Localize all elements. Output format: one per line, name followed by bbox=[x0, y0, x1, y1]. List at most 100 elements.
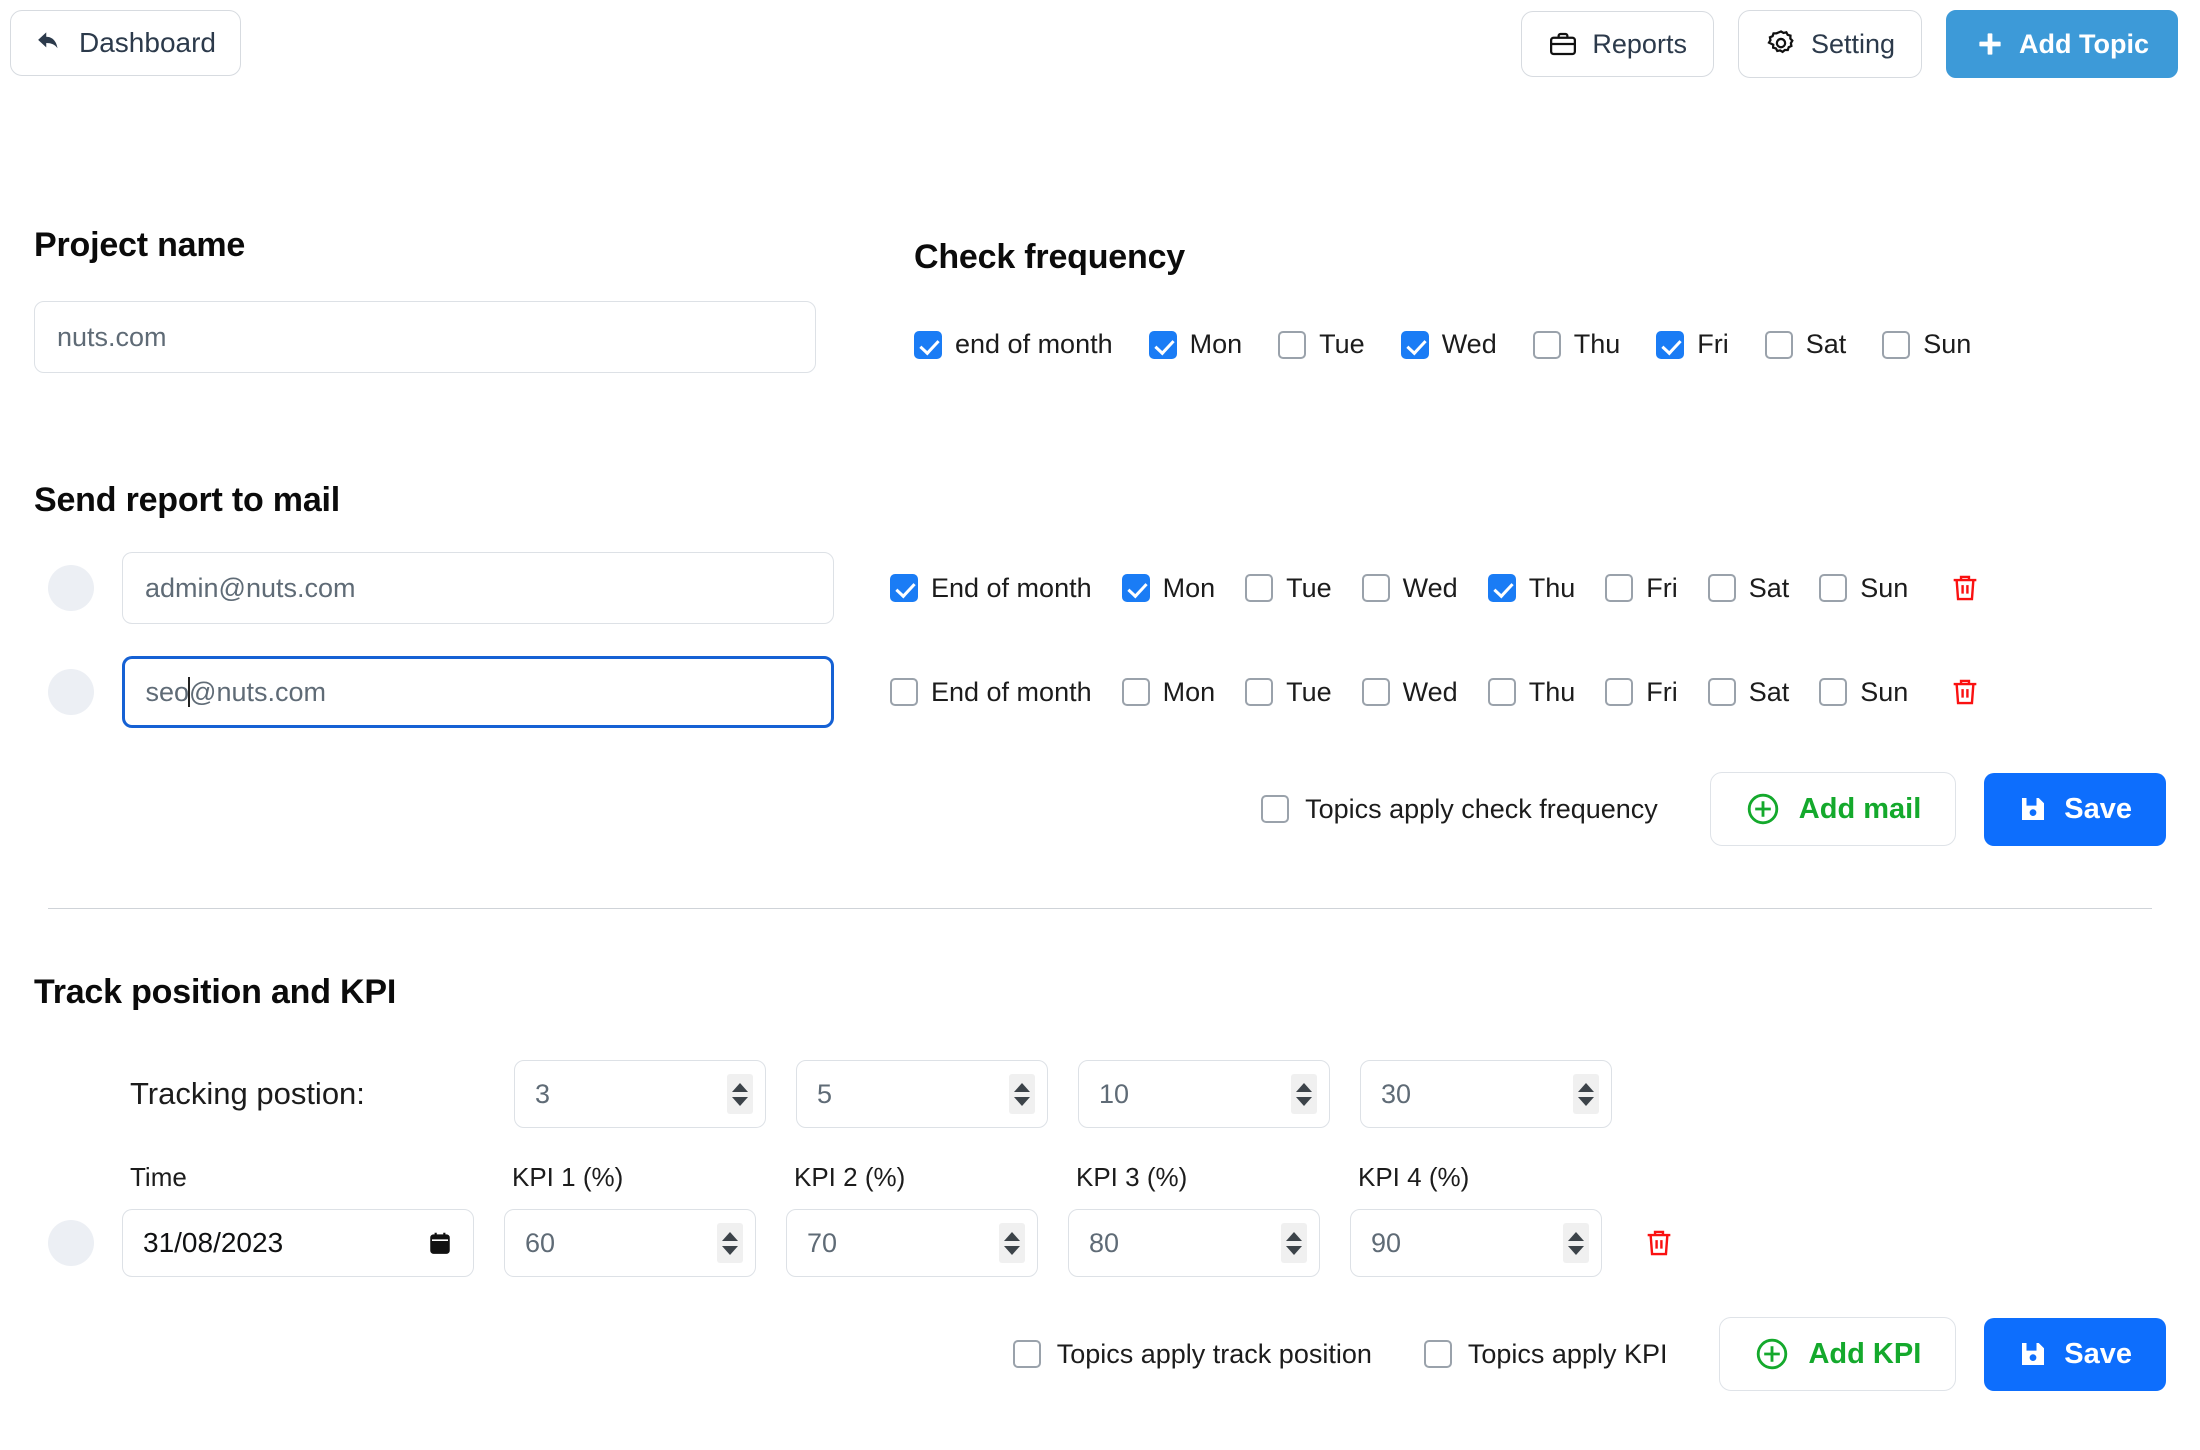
frequency-option-sun-checkbox[interactable] bbox=[1882, 330, 1911, 359]
frequency-option-sun[interactable]: Sun bbox=[1882, 329, 1971, 360]
kpi-2-input[interactable]: 70 bbox=[786, 1209, 1038, 1277]
mail-row-2-day-sun[interactable]: Sun bbox=[1819, 677, 1908, 708]
mail-row-drag-handle[interactable] bbox=[48, 669, 94, 715]
mail-row-2-day-thu[interactable]: Thu bbox=[1487, 677, 1575, 708]
project-name-input[interactable] bbox=[34, 301, 816, 373]
save-mail-button[interactable]: Save bbox=[1984, 772, 2166, 846]
mail-row-2-day-tue[interactable]: Tue bbox=[1245, 677, 1332, 708]
mail-row-1-day-sat-checkbox[interactable] bbox=[1707, 574, 1736, 602]
mail-row-1-day-tue-checkbox[interactable] bbox=[1245, 574, 1274, 602]
kpi-4-input[interactable]: 90 bbox=[1350, 1209, 1602, 1277]
delete-kpi-row-button[interactable] bbox=[1642, 1226, 1676, 1260]
mail-row-1-day-wed-checkbox[interactable] bbox=[1361, 574, 1390, 602]
topics-apply-kpi[interactable]: Topics apply KPI bbox=[1423, 1338, 1668, 1370]
kpi-section-title: Track position and KPI bbox=[34, 973, 397, 1011]
frequency-option-thu[interactable]: Thu bbox=[1532, 329, 1620, 360]
topics-apply-track-position[interactable]: Topics apply track position bbox=[1012, 1339, 1372, 1370]
mail-row-2-day-fri[interactable]: Fri bbox=[1605, 677, 1678, 708]
mail-email-input[interactable]: seo @nuts.com bbox=[122, 656, 834, 728]
frequency-option-mon-checkbox[interactable] bbox=[1148, 330, 1177, 359]
save-kpi-label: Save bbox=[2064, 1337, 2132, 1370]
mail-row-1-day-thu-label: Thu bbox=[1528, 572, 1576, 603]
kpi-values-row: 31/08/2023 60 70 80 90 bbox=[34, 1209, 2166, 1277]
frequency-option-fri-checkbox[interactable] bbox=[1656, 330, 1685, 359]
mail-row-2-day-fri-checkbox[interactable] bbox=[1605, 678, 1634, 706]
tracking-position-2-input-stepper[interactable] bbox=[1009, 1074, 1035, 1114]
mail-row-1-day-mon[interactable]: Mon bbox=[1121, 573, 1215, 604]
mail-row-2-day-end-of-month-checkbox[interactable] bbox=[890, 678, 918, 706]
plus-circle-icon bbox=[1745, 791, 1781, 827]
frequency-option-tue-checkbox[interactable] bbox=[1278, 330, 1307, 359]
mail-row-1-day-wed[interactable]: Wed bbox=[1361, 572, 1458, 604]
tracking-position-1-input-stepper[interactable] bbox=[727, 1074, 753, 1114]
topics-apply-track-position-checkbox[interactable] bbox=[1012, 1340, 1041, 1368]
mail-row-1-day-sat[interactable]: Sat bbox=[1707, 573, 1789, 604]
mail-row-1-day-fri-label: Fri bbox=[1646, 572, 1678, 603]
frequency-option-end-of-month[interactable]: end of month bbox=[914, 329, 1113, 360]
mail-row-2-day-mon[interactable]: Mon bbox=[1121, 677, 1215, 708]
kpi-3-input-stepper[interactable] bbox=[1281, 1223, 1307, 1263]
dashboard-button[interactable]: Dashboard bbox=[10, 10, 241, 76]
reports-label: Reports bbox=[1592, 28, 1687, 59]
reports-button[interactable]: Reports bbox=[1521, 11, 1714, 77]
save-kpi-button[interactable]: Save bbox=[1984, 1317, 2166, 1391]
mail-row-2-day-wed[interactable]: Wed bbox=[1361, 677, 1458, 708]
add-mail-button[interactable]: Add mail bbox=[1709, 772, 1957, 846]
tracking-position-4-input[interactable]: 30 bbox=[1360, 1060, 1612, 1128]
tracking-position-4-input-stepper[interactable] bbox=[1573, 1074, 1599, 1114]
kpi-1-input[interactable]: 60 bbox=[504, 1209, 756, 1277]
frequency-option-fri[interactable]: Fri bbox=[1656, 329, 1729, 360]
mail-row-1-day-end-of-month-checkbox[interactable] bbox=[890, 574, 918, 602]
mail-row-2-day-wed-checkbox[interactable] bbox=[1361, 678, 1390, 706]
frequency-option-tue[interactable]: Tue bbox=[1278, 329, 1365, 360]
mail-row-2-day-tue-checkbox[interactable] bbox=[1245, 678, 1274, 706]
mail-row-2-day-end-of-month[interactable]: End of month bbox=[890, 677, 1092, 708]
kpi-row-drag-handle[interactable] bbox=[48, 1220, 94, 1266]
delete-mail-row-button[interactable] bbox=[1948, 571, 1982, 605]
mail-row-1-day-wed-label: Wed bbox=[1402, 572, 1458, 603]
time-cell: 31/08/2023 bbox=[122, 1209, 474, 1277]
mail-row-2-day-mon-checkbox[interactable] bbox=[1121, 678, 1150, 706]
tracking-position-2-input[interactable]: 5 bbox=[796, 1060, 1048, 1128]
frequency-option-sat[interactable]: Sat bbox=[1764, 329, 1846, 360]
mail-row-1-day-sun[interactable]: Sun bbox=[1819, 573, 1908, 604]
date-input[interactable]: 31/08/2023 bbox=[122, 1209, 474, 1277]
mail-row-2-day-sat-checkbox[interactable] bbox=[1707, 678, 1736, 706]
mail-row-1-day-fri-checkbox[interactable] bbox=[1605, 574, 1634, 602]
tracking-position-3-input[interactable]: 10 bbox=[1078, 1060, 1330, 1128]
topics-apply-check-frequency[interactable]: Topics apply check frequency bbox=[1261, 794, 1658, 825]
kpi-2-input-stepper[interactable] bbox=[999, 1223, 1025, 1263]
mail-row-drag-handle[interactable] bbox=[48, 565, 94, 611]
mail-row-2-day-end-of-month-label: End of month bbox=[931, 676, 1092, 707]
mail-row-1-day-mon-checkbox[interactable] bbox=[1121, 574, 1150, 602]
frequency-option-wed[interactable]: Wed bbox=[1400, 329, 1497, 360]
frequency-option-sat-checkbox[interactable] bbox=[1764, 330, 1793, 359]
mail-email-input[interactable]: admin@nuts.com bbox=[122, 552, 834, 624]
add-topic-button[interactable]: Add Topic bbox=[1946, 10, 2178, 78]
mail-row-1-day-tue[interactable]: Tue bbox=[1245, 573, 1332, 604]
tracking-position-3-input-stepper[interactable] bbox=[1291, 1074, 1317, 1114]
mail-row-1-day-sun-checkbox[interactable] bbox=[1819, 574, 1848, 602]
mail-row-2-day-sat[interactable]: Sat bbox=[1707, 677, 1789, 708]
add-kpi-button[interactable]: Add KPI bbox=[1719, 1317, 1957, 1391]
mail-row-1-day-thu-checkbox[interactable] bbox=[1487, 574, 1516, 602]
mail-row-1-day-end-of-month[interactable]: End of month bbox=[890, 573, 1092, 604]
topics-apply-kpi-checkbox[interactable] bbox=[1423, 1340, 1452, 1368]
topics-apply-kpi-label: Topics apply KPI bbox=[1467, 1338, 1668, 1369]
kpi-4-input-stepper[interactable] bbox=[1563, 1223, 1589, 1263]
mail-row-1-day-fri[interactable]: Fri bbox=[1605, 572, 1678, 604]
tracking-position-1-input[interactable]: 3 bbox=[514, 1060, 766, 1128]
mail-row-2-day-thu-checkbox[interactable] bbox=[1487, 678, 1516, 706]
mail-row-1-day-thu[interactable]: Thu bbox=[1487, 572, 1576, 604]
calendar-icon[interactable] bbox=[427, 1230, 453, 1256]
delete-mail-row-button[interactable] bbox=[1948, 675, 1982, 709]
frequency-option-thu-checkbox[interactable] bbox=[1532, 330, 1561, 359]
frequency-option-wed-checkbox[interactable] bbox=[1400, 330, 1429, 359]
setting-button[interactable]: Setting bbox=[1737, 10, 1923, 78]
topics-apply-check-frequency-checkbox[interactable] bbox=[1261, 795, 1290, 823]
frequency-option-end-of-month-checkbox[interactable] bbox=[914, 330, 942, 359]
kpi-1-input-stepper[interactable] bbox=[717, 1223, 743, 1263]
frequency-option-mon[interactable]: Mon bbox=[1148, 329, 1242, 360]
kpi-3-input[interactable]: 80 bbox=[1068, 1209, 1320, 1277]
mail-row-2-day-sun-checkbox[interactable] bbox=[1819, 678, 1848, 706]
